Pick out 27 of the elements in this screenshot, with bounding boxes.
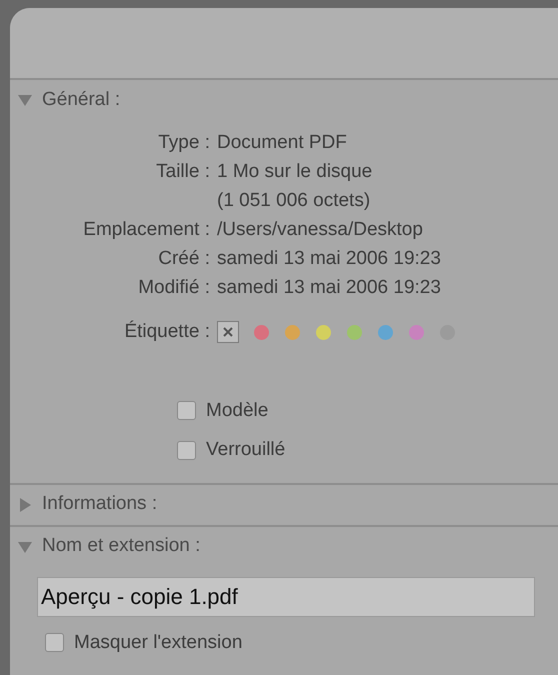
disclosure-triangle-right-icon[interactable] bbox=[18, 498, 32, 512]
field-label: Étiquette : bbox=[123, 320, 210, 344]
field-value: (1 051 006 octets) bbox=[217, 189, 372, 213]
field-value: samedi 13 mai 2006 19:23 bbox=[217, 276, 441, 300]
checkbox-label: Masquer l'extension bbox=[74, 630, 242, 654]
checkbox[interactable] bbox=[45, 633, 64, 652]
section-title[interactable]: Général : bbox=[42, 86, 120, 114]
field-label: Taille : bbox=[155, 160, 210, 184]
no-label-box[interactable] bbox=[217, 321, 239, 344]
field-label: Modifié : bbox=[137, 276, 210, 300]
field-value: samedi 13 mai 2006 19:23 bbox=[217, 247, 441, 271]
field-value: 1 Mo sur le disque bbox=[217, 160, 372, 184]
checkbox[interactable] bbox=[177, 401, 196, 420]
disclosure-triangle-down-icon[interactable] bbox=[18, 93, 32, 107]
filename-field[interactable]: Aperçu - copie 1.pdf bbox=[37, 576, 535, 616]
field-label: Type : bbox=[157, 131, 210, 155]
field-value: /Users/vanessa/Desktop bbox=[217, 218, 423, 242]
field-label: Créé : bbox=[157, 247, 210, 271]
field-value: Document PDF bbox=[217, 131, 347, 155]
checkbox[interactable] bbox=[177, 440, 196, 460]
checkbox-label: Modèle bbox=[206, 398, 268, 422]
close-icon bbox=[223, 327, 233, 338]
section-title[interactable]: Informations : bbox=[42, 490, 158, 519]
field-label: Emplacement : bbox=[82, 218, 210, 242]
checkbox-label: Verrouillé bbox=[206, 438, 286, 462]
section-title[interactable]: Nom et extension : bbox=[42, 532, 200, 561]
disclosure-triangle-down-icon[interactable] bbox=[18, 540, 32, 554]
